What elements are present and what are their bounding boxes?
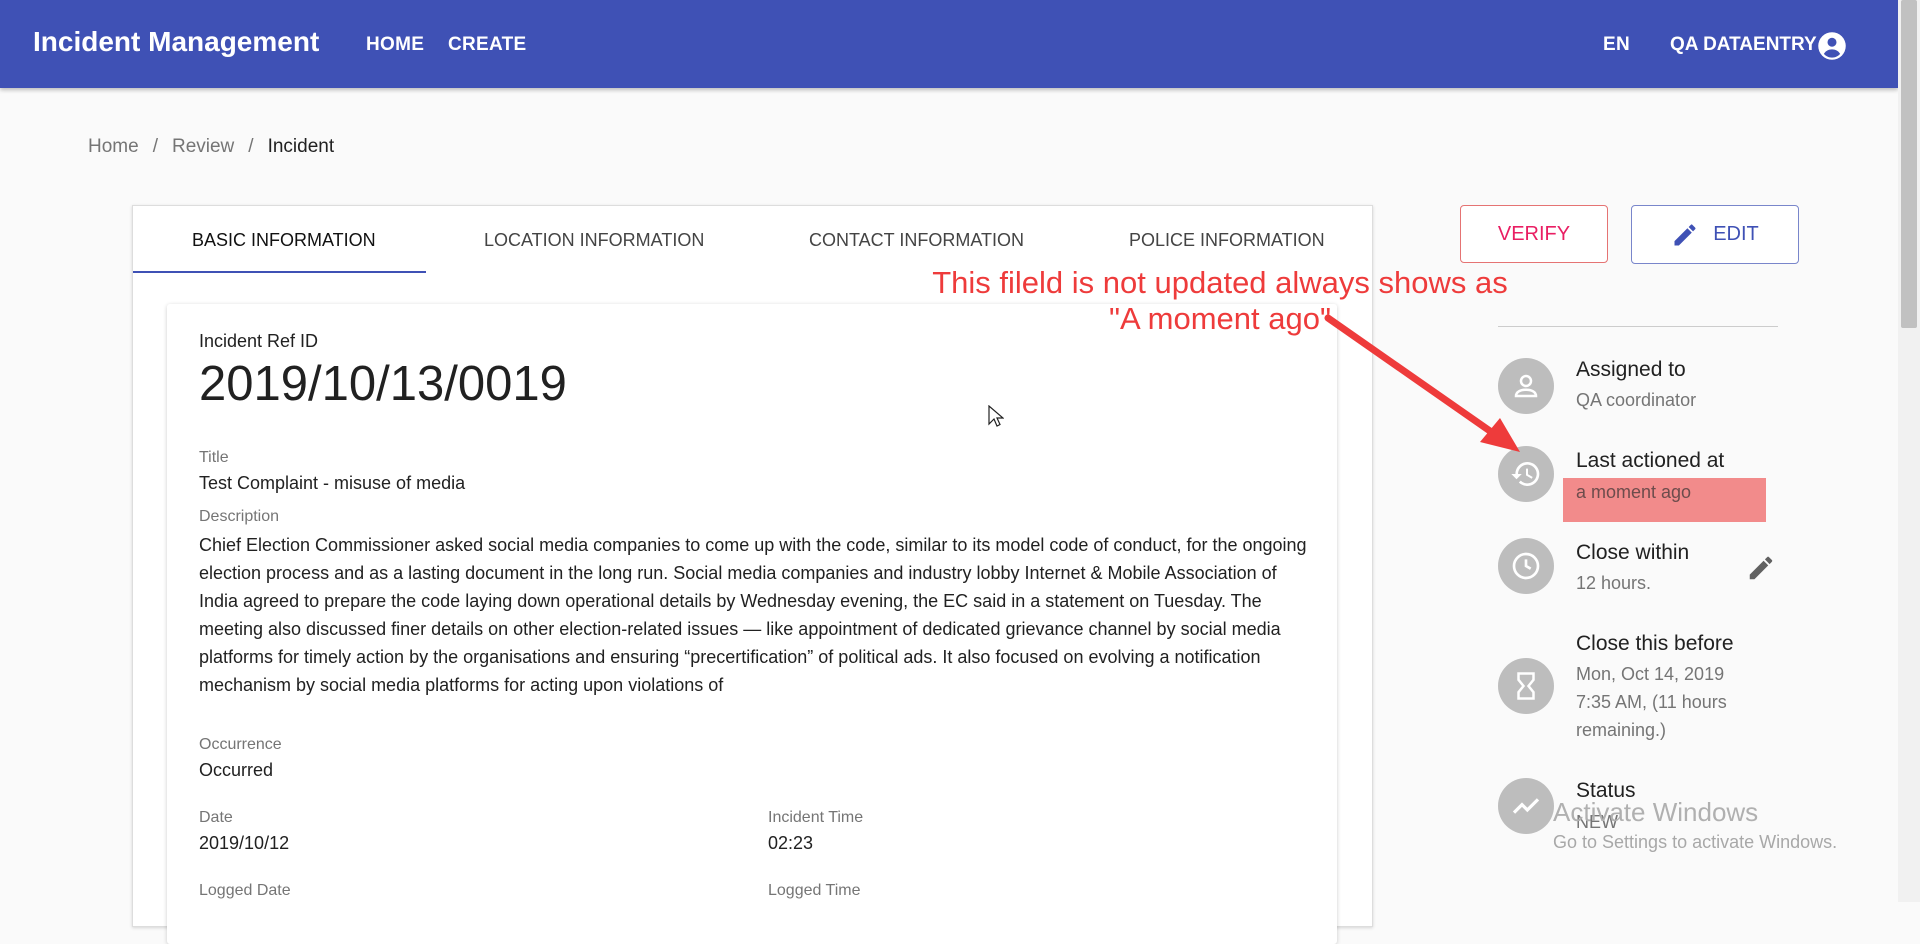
close-before-line-1: Mon, Oct 14, 2019	[1576, 664, 1725, 684]
close-before-line-2: 7:35 AM, (11 hours	[1576, 692, 1727, 712]
annotation-line-1: This fileld is not updated always shows …	[932, 265, 1508, 300]
breadcrumb: Home / Review / Incident	[88, 136, 334, 158]
close-within-title: Close within	[1576, 541, 1690, 564]
assigned-to-title: Assigned to	[1576, 358, 1686, 381]
incident-time-label: Incident Time	[768, 809, 864, 826]
nav-home[interactable]: HOME	[366, 34, 424, 56]
description-value: Chief Election Commissioner asked social…	[199, 535, 1307, 695]
close-within-value: 12 hours.	[1576, 573, 1652, 593]
annotation-arrow	[1324, 314, 1520, 452]
scrollbar-thumb[interactable]	[1901, 0, 1917, 328]
verify-button-label: VERIFY	[1497, 222, 1571, 245]
basic-info-panel: Incident Ref ID 2019/10/13/0019 Title Te…	[167, 304, 1337, 944]
ref-id-label: Incident Ref ID	[199, 331, 319, 351]
occurrence-label: Occurrence	[199, 736, 282, 753]
occurrence-value: Occurred	[199, 760, 274, 780]
logged-date-label: Logged Date	[199, 882, 291, 899]
sidebar-divider	[1498, 326, 1778, 327]
nav-create[interactable]: CREATE	[448, 34, 527, 56]
activate-windows-title: Activate Windows	[1553, 797, 1759, 827]
edit-button-label: EDIT	[1713, 223, 1759, 245]
breadcrumb-current: Incident	[267, 136, 335, 157]
breadcrumb-separator: /	[248, 136, 254, 157]
breadcrumb-review[interactable]: Review	[172, 136, 234, 157]
app-bar: Incident Management HOME CREATE EN QA DA…	[0, 0, 1898, 88]
edit-close-within-icon[interactable]	[1746, 553, 1776, 583]
last-actioned-value: a moment ago	[1576, 482, 1692, 502]
ref-id-value: 2019/10/13/0019	[199, 357, 567, 411]
active-tab-indicator	[133, 271, 426, 273]
mouse-cursor-icon	[988, 405, 1004, 427]
breadcrumb-home[interactable]: Home	[88, 136, 139, 157]
trending-icon	[1498, 778, 1554, 834]
tab-contact-information[interactable]: CONTACT INFORMATION	[809, 230, 1024, 251]
breadcrumb-separator: /	[152, 136, 158, 157]
activate-windows-subtitle: Go to Settings to activate Windows.	[1553, 832, 1838, 852]
date-value: 2019/10/12	[199, 833, 290, 853]
clock-icon	[1498, 538, 1554, 594]
logged-time-label: Logged Time	[768, 882, 861, 899]
assigned-to-value: QA coordinator	[1576, 390, 1697, 410]
close-before-line-3: remaining.)	[1576, 720, 1667, 740]
tab-basic-information[interactable]: BASIC INFORMATION	[192, 230, 376, 251]
incident-time-value: 02:23	[768, 833, 814, 853]
date-label: Date	[199, 809, 233, 826]
hourglass-icon	[1498, 658, 1554, 714]
tab-police-information[interactable]: POLICE INFORMATION	[1129, 230, 1325, 251]
last-actioned-title: Last actioned at	[1576, 449, 1725, 472]
title-label: Title	[199, 449, 229, 466]
tab-location-information[interactable]: LOCATION INFORMATION	[484, 230, 704, 251]
description-label: Description	[199, 508, 280, 525]
title-value: Test Complaint - misuse of media	[199, 473, 466, 493]
close-before-title: Close this before	[1576, 632, 1734, 655]
account-circle-icon[interactable]	[1817, 31, 1847, 61]
pencil-icon	[1674, 223, 1696, 245]
edit-button[interactable]: EDIT	[1631, 205, 1799, 264]
language-selector[interactable]: EN	[1603, 34, 1630, 56]
verify-button[interactable]: VERIFY	[1460, 205, 1608, 263]
app-title[interactable]: Incident Management	[33, 26, 319, 58]
user-menu[interactable]: QA DATAENTRY	[1670, 34, 1817, 56]
